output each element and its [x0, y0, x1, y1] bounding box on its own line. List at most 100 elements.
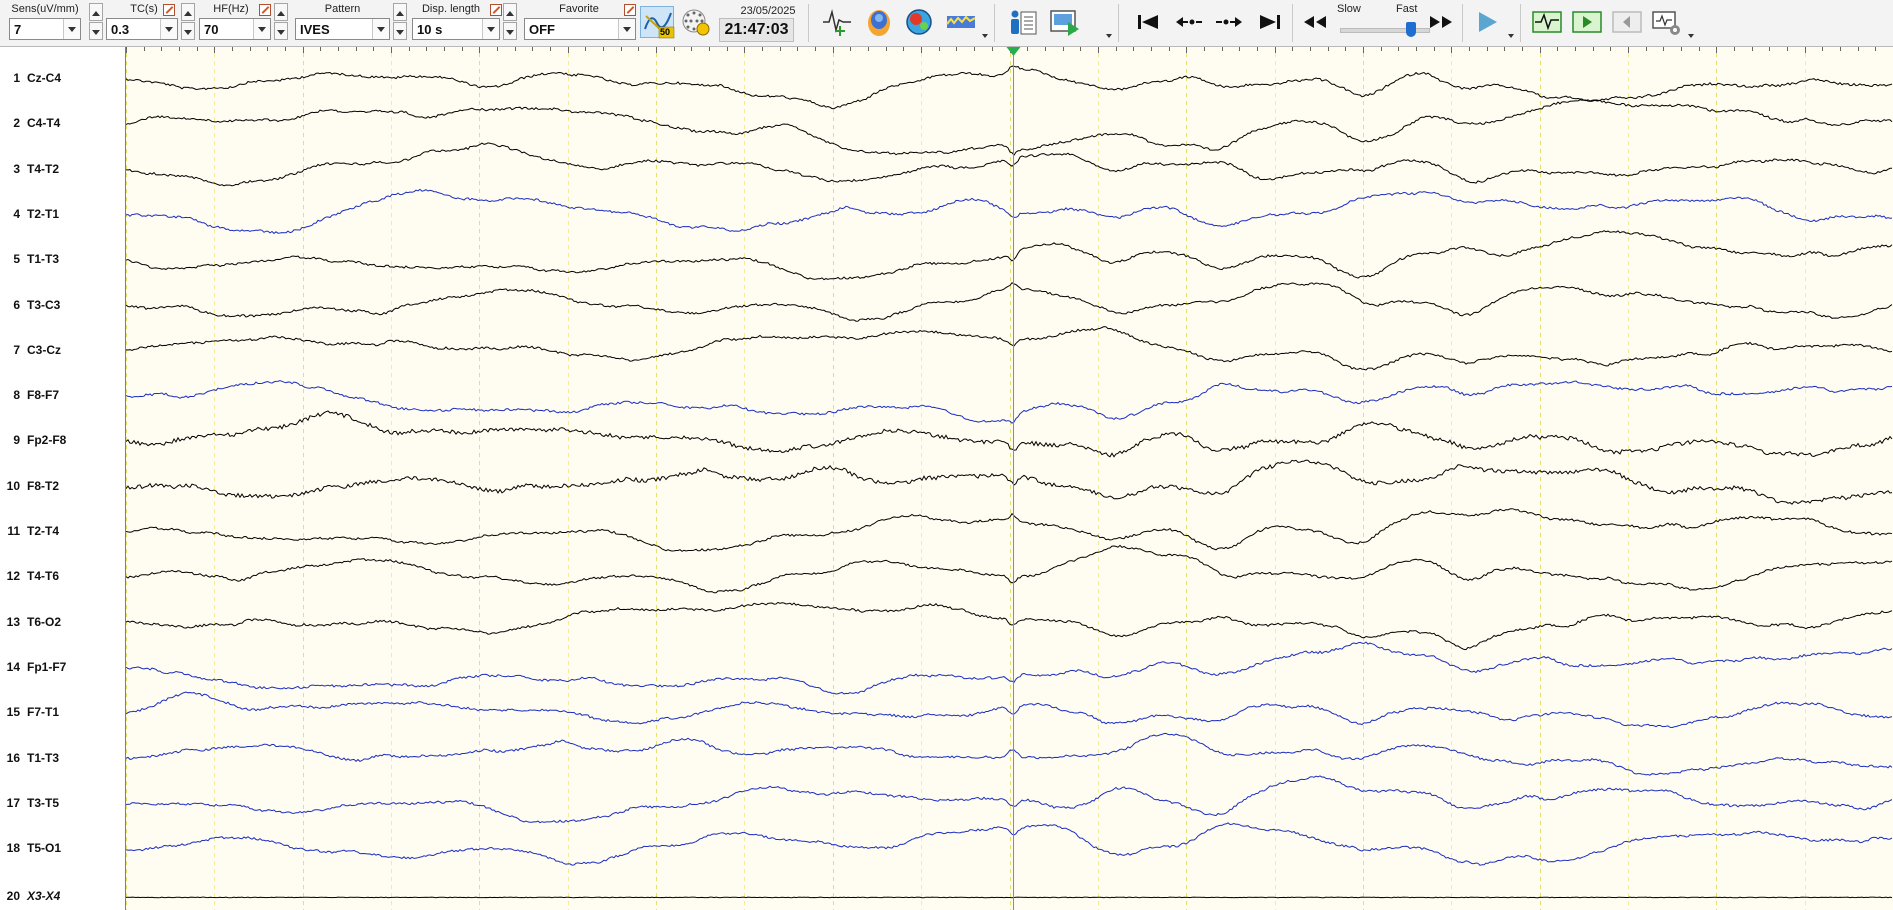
- speed-slow-label: Slow: [1337, 3, 1361, 15]
- tc-edit-icon[interactable]: [163, 4, 175, 16]
- step-back-button[interactable]: [1172, 6, 1206, 38]
- video-button[interactable]: [1048, 6, 1082, 38]
- hf-up-button[interactable]: [274, 3, 288, 21]
- channel-number: 16: [6, 750, 20, 765]
- channel-name: C4-T4: [27, 116, 61, 131]
- chevron-down-icon[interactable]: [482, 19, 499, 39]
- spectrum-icon: [946, 15, 976, 28]
- channel-label[interactable]: 2 C4-T4: [0, 116, 124, 132]
- channel-label[interactable]: 10 F8-T2: [0, 479, 124, 495]
- channel-label[interactable]: 8 F8-F7: [0, 388, 124, 404]
- more-dropdown-icon[interactable]: [1688, 34, 1694, 38]
- fast-forward-button[interactable]: [1424, 6, 1458, 38]
- play-button[interactable]: [1470, 6, 1504, 38]
- signal-view-button[interactable]: [1530, 6, 1564, 38]
- channel-label[interactable]: 4 T2-T1: [0, 207, 124, 223]
- channel-name: F8-F7: [27, 388, 60, 403]
- toolbar: Sens(uV/mm) 7 TC(s) 0.3 HF(Hz) 70 Patter…: [0, 0, 1893, 47]
- more-dropdown-icon[interactable]: [982, 34, 988, 38]
- disp-length-down-button[interactable]: [503, 22, 517, 40]
- favorite-select[interactable]: OFF: [524, 18, 636, 40]
- channel-label[interactable]: 5 T1-T3: [0, 252, 124, 268]
- speed-slider[interactable]: [1340, 22, 1430, 38]
- pattern-select[interactable]: IVES: [295, 18, 390, 40]
- chevron-down-icon[interactable]: [63, 19, 80, 39]
- channel-label[interactable]: 20 X3-X4: [0, 889, 124, 905]
- eeg-trace-area[interactable]: [126, 47, 1893, 910]
- disp-length-select[interactable]: 10 s: [412, 18, 500, 40]
- eeg-trace: [126, 896, 1893, 899]
- skip-to-end-button[interactable]: [1252, 6, 1286, 38]
- patient-info-button[interactable]: [1006, 6, 1040, 38]
- channel-label[interactable]: 6 T3-C3: [0, 298, 124, 314]
- channel-label[interactable]: 1 Cz-C4: [0, 71, 124, 87]
- video-icon: [1050, 10, 1079, 36]
- more-dropdown-icon[interactable]: [1508, 34, 1514, 38]
- chevron-down-icon[interactable]: [618, 19, 635, 39]
- notch-filter-button[interactable]: 50: [640, 6, 675, 39]
- channel-label[interactable]: 15 F7-T1: [0, 705, 124, 721]
- rewind-button[interactable]: [1298, 6, 1332, 38]
- tc-up-button[interactable]: [181, 3, 195, 21]
- channel-name: T3-C3: [27, 297, 61, 312]
- channel-label[interactable]: 9 Fp2-F8: [0, 433, 124, 449]
- channel-number: 8: [13, 388, 20, 403]
- tc-down-button[interactable]: [181, 22, 195, 40]
- channel-name: T6-O2: [27, 614, 62, 629]
- back-icon: [1612, 11, 1642, 33]
- sens-select[interactable]: 7: [9, 18, 81, 40]
- channel-label[interactable]: 7 C3-Cz: [0, 343, 124, 359]
- topographic-map-button[interactable]: [902, 6, 936, 38]
- channel-label[interactable]: 12 T4-T6: [0, 569, 124, 585]
- sens-up-button[interactable]: [89, 3, 103, 21]
- channel-label[interactable]: 13 T6-O2: [0, 615, 124, 631]
- back-button[interactable]: [1610, 6, 1644, 38]
- more-dropdown-icon[interactable]: [1106, 34, 1112, 38]
- step-back-icon: [1176, 17, 1202, 27]
- skip-to-start-button[interactable]: [1132, 6, 1166, 38]
- review-button[interactable]: [1570, 6, 1604, 38]
- channel-number: 15: [6, 705, 20, 720]
- skip-to-start-icon: [1138, 15, 1158, 29]
- channel-label[interactable]: 17 T3-T5: [0, 796, 124, 812]
- sens-value: 7: [14, 22, 22, 37]
- pattern-down-button[interactable]: [393, 22, 407, 40]
- channel-name: T4-T2: [27, 161, 60, 176]
- chevron-down-icon[interactable]: [372, 19, 389, 39]
- hf-down-button[interactable]: [274, 22, 288, 40]
- chevron-down-icon[interactable]: [160, 19, 177, 39]
- fast-forward-icon: [1430, 16, 1452, 28]
- channel-number: 2: [13, 116, 20, 131]
- sens-down-button[interactable]: [89, 22, 103, 40]
- spectrum-button[interactable]: [944, 6, 978, 38]
- head-map-button[interactable]: [862, 6, 896, 38]
- channel-name: T2-T1: [27, 206, 60, 221]
- channel-number: 6: [13, 297, 20, 312]
- chevron-down-icon[interactable]: [253, 19, 270, 39]
- disp-length-up-button[interactable]: [503, 3, 517, 21]
- step-forward-button[interactable]: [1212, 6, 1246, 38]
- disp-length-edit-icon[interactable]: [490, 4, 502, 16]
- channel-number: 17: [6, 795, 20, 810]
- channel-label[interactable]: 11 T2-T4: [0, 524, 124, 540]
- slider-track: [1340, 28, 1430, 33]
- pattern-up-button[interactable]: [393, 3, 407, 21]
- channel-name: T1-T3: [27, 750, 60, 765]
- channel-label[interactable]: 14 Fp1-F7: [0, 660, 124, 676]
- channel-label[interactable]: 18 T5-O1: [0, 841, 124, 857]
- montage-grid-button[interactable]: [679, 6, 713, 38]
- channel-number: 11: [7, 524, 20, 538]
- waveform-marker-button[interactable]: [820, 6, 854, 38]
- hf-edit-icon[interactable]: [259, 4, 271, 16]
- favorite-edit-icon[interactable]: [624, 4, 636, 16]
- speed-fast-label: Fast: [1396, 3, 1418, 15]
- slider-thumb[interactable]: [1406, 22, 1416, 37]
- channel-label[interactable]: 3 T4-T2: [0, 162, 124, 178]
- notch-badge: 50: [660, 27, 671, 37]
- tc-select[interactable]: 0.3: [106, 18, 178, 40]
- settings-tools-button[interactable]: [1650, 6, 1684, 38]
- hf-select[interactable]: 70: [199, 18, 271, 40]
- channel-label[interactable]: 16 T1-T3: [0, 751, 124, 767]
- channel-number: 13: [6, 614, 20, 629]
- sens-label: Sens(uV/mm): [11, 3, 79, 15]
